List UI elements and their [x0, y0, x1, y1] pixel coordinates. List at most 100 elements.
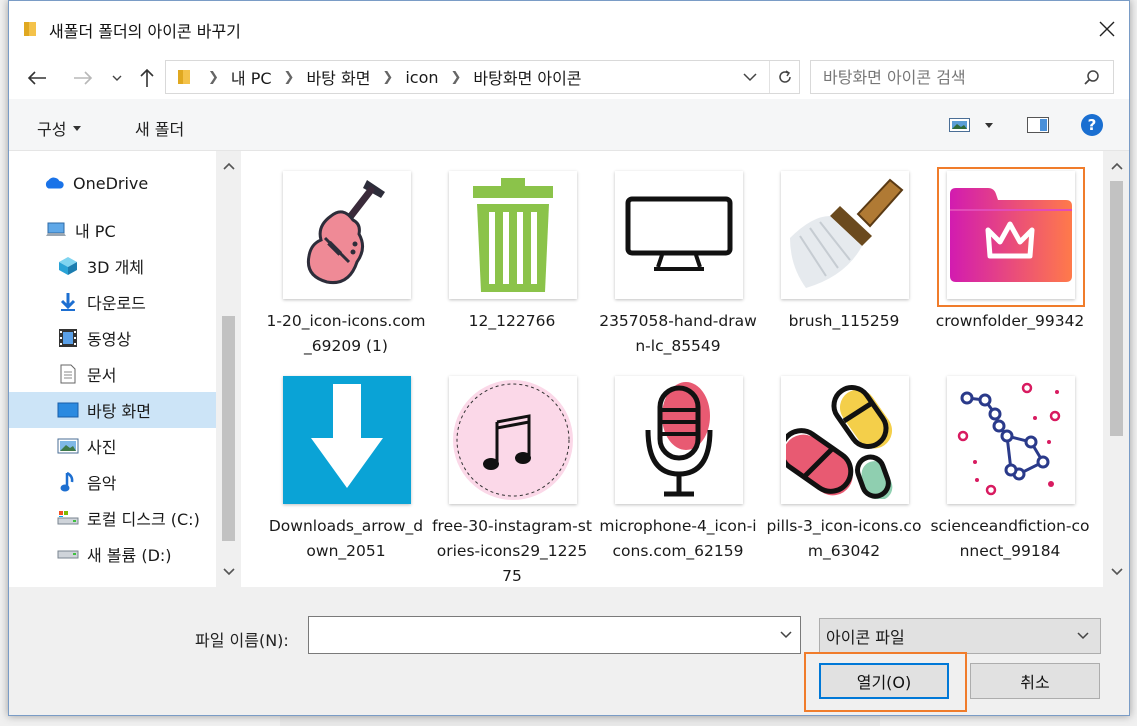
search-input[interactable] [823, 67, 1073, 87]
filename-label: 파일 이름(N): [195, 631, 289, 650]
back-button[interactable] [23, 63, 51, 93]
recent-locations-button[interactable] [109, 63, 125, 93]
file-item[interactable]: 12_122766 [432, 151, 592, 351]
brush-icon [781, 171, 909, 299]
sidebar-item-label: 바탕 화면 [87, 402, 151, 421]
refresh-icon [778, 70, 791, 83]
sidebar-item-downloads[interactable]: 다운로드 [9, 284, 216, 320]
chevron-down-icon [743, 73, 757, 82]
file-item[interactable]: Downloads_arrow_down_2051 [266, 356, 426, 560]
sidebar-item-drive-c[interactable]: 로컬 디스크 (C:) [9, 500, 216, 536]
file-item[interactable]: 1-20_icon-icons.com_69209 (1) [266, 151, 426, 355]
file-item[interactable]: crownfolder_99342 [930, 151, 1090, 351]
sidebar-item-videos[interactable]: 동영상 [9, 320, 216, 356]
scroll-up-button[interactable] [1103, 151, 1129, 181]
computer-icon [45, 220, 67, 240]
sidebar-item-label: 사진 [87, 438, 117, 457]
sidebar-item-label: OneDrive [73, 173, 149, 193]
search-icon[interactable] [1083, 69, 1101, 87]
breadcrumb-desktop-icons[interactable]: 바탕화면 아이콘 [473, 65, 581, 89]
scroll-down-button[interactable] [216, 557, 241, 587]
sidebar-item-drive-d[interactable]: 새 볼륨 (D:) [9, 536, 216, 572]
scrollbar-thumb[interactable] [222, 316, 235, 541]
file-list-pane: 1-20_icon-icons.com_69209 (1) 12_122766 [245, 151, 1103, 587]
svg-text:?: ? [1088, 116, 1097, 134]
music-note-icon [449, 376, 577, 504]
breadcrumb-icon[interactable]: icon [405, 68, 438, 87]
preview-pane-icon [1027, 117, 1049, 133]
chevron-down-icon [1077, 632, 1089, 640]
guitar-icon [283, 171, 411, 299]
navigation-bar: ❯ 내 PC ❯ 바탕 화면 ❯ icon ❯ 바탕화면 아이콘 [9, 57, 1129, 99]
chevron-up-icon [222, 162, 235, 170]
organize-button[interactable]: 구성 [37, 116, 82, 140]
open-button[interactable]: 열기(O) [819, 663, 949, 699]
sidebar-item-pictures[interactable]: 사진 [9, 428, 216, 464]
desktop-icon [57, 400, 79, 420]
file-item[interactable]: scienceandfiction-connect_99184 [930, 356, 1090, 560]
file-name: microphone-4_icon-icons.com_62159 [599, 517, 757, 560]
file-name: pills-3_icon-icons.com_63042 [766, 517, 922, 560]
drive-c-icon [57, 508, 79, 528]
chevron-down-icon [112, 75, 122, 81]
download-arrow-icon [283, 376, 411, 504]
chevron-down-icon [222, 568, 235, 576]
scroll-up-button[interactable] [216, 151, 241, 181]
navigation-pane: OneDrive 내 PC 3D 개체 다운로드 동영상 문서 바탕 화면 사진… [9, 151, 241, 587]
sidebar-item-onedrive[interactable]: OneDrive [9, 165, 216, 201]
close-button[interactable] [1085, 9, 1129, 49]
file-item[interactable]: free-30-instagram-stories-icons29_122575 [432, 356, 592, 585]
scroll-down-button[interactable] [1103, 557, 1129, 587]
up-button[interactable] [135, 63, 159, 93]
help-button[interactable]: ? [1080, 113, 1104, 141]
search-box[interactable] [810, 60, 1114, 94]
chevron-up-icon [1110, 162, 1123, 170]
refresh-button[interactable] [769, 61, 799, 93]
preview-pane-button[interactable] [1027, 117, 1049, 137]
file-item[interactable]: microphone-4_icon-icons.com_62159 [598, 356, 758, 560]
chevron-down-icon[interactable] [778, 627, 794, 643]
file-item[interactable]: brush_115259 [764, 151, 924, 351]
chevron-right-icon[interactable]: ❯ [382, 70, 393, 85]
constellation-icon [947, 376, 1075, 504]
forward-button[interactable] [69, 63, 97, 93]
address-history-dropdown[interactable] [739, 61, 761, 93]
filename-input[interactable] [309, 617, 749, 653]
title-bar: 새폴더 폴더의 아이콘 바꾸기 [9, 1, 1129, 57]
file-name: crownfolder_99342 [935, 312, 1085, 330]
breadcrumb-this-pc[interactable]: 내 PC [231, 65, 272, 89]
chevron-right-icon[interactable]: ❯ [208, 70, 219, 85]
sidebar-item-documents[interactable]: 문서 [9, 356, 216, 392]
sidebar-item-music[interactable]: 음악 [9, 464, 216, 500]
file-name: 1-20_icon-icons.com_69209 (1) [266, 312, 426, 355]
sidebar-item-desktop[interactable]: 바탕 화면 [9, 392, 216, 428]
navigation-scrollbar[interactable] [216, 151, 241, 587]
crown-folder-icon [947, 171, 1075, 299]
file-list-scrollbar[interactable] [1103, 151, 1129, 587]
cancel-button[interactable]: 취소 [970, 663, 1100, 699]
file-item[interactable]: pills-3_icon-icons.com_63042 [764, 356, 924, 560]
sidebar-item-label: 3D 개체 [87, 258, 145, 277]
close-icon [1099, 21, 1115, 37]
file-name: Downloads_arrow_down_2051 [268, 517, 424, 560]
scrollbar-thumb[interactable] [1110, 181, 1123, 436]
filetype-selected: 아이콘 파일 [826, 628, 905, 647]
breadcrumb-desktop[interactable]: 바탕 화면 [306, 65, 370, 89]
sidebar-item-label: 로컬 디스크 (C:) [87, 510, 200, 529]
address-bar[interactable]: ❯ 내 PC ❯ 바탕 화면 ❯ icon ❯ 바탕화면 아이콘 [165, 60, 800, 94]
help-icon: ? [1081, 114, 1103, 136]
onedrive-cloud-icon [43, 173, 65, 193]
arrow-left-icon [27, 71, 46, 85]
chevron-right-icon[interactable]: ❯ [451, 70, 462, 85]
new-folder-button[interactable]: 새 폴더 [135, 116, 184, 140]
file-name: brush_115259 [788, 312, 900, 330]
filetype-select[interactable]: 아이콘 파일 [819, 618, 1101, 654]
sidebar-item-this-pc[interactable]: 내 PC [9, 212, 216, 248]
file-item[interactable]: 2357058-hand-drawn-lc_85549 [598, 151, 758, 355]
sidebar-item-3d-objects[interactable]: 3D 개체 [9, 248, 216, 284]
pictures-icon [57, 436, 79, 456]
view-options-button[interactable] [949, 118, 995, 136]
chevron-right-icon[interactable]: ❯ [284, 70, 295, 85]
filename-combobox[interactable] [308, 616, 801, 654]
sidebar-item-label: 음악 [87, 474, 117, 493]
